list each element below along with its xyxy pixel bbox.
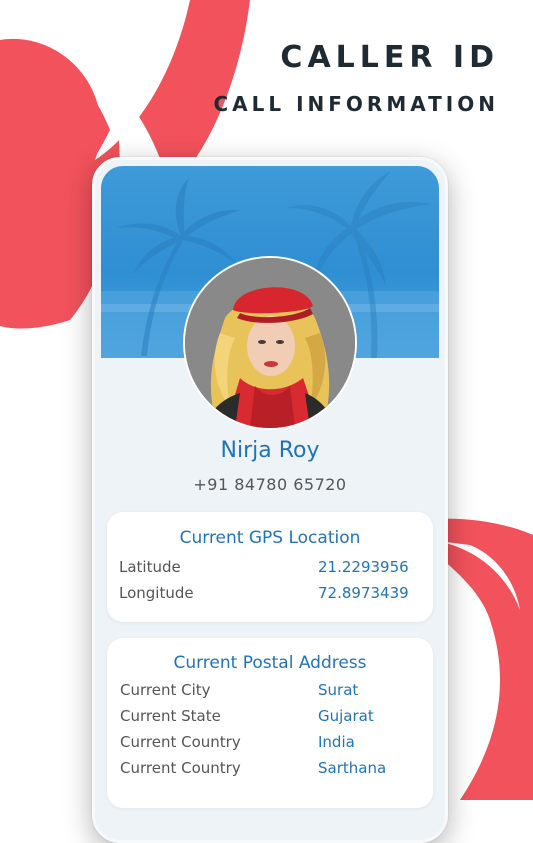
contact-name: Nirja Roy	[220, 438, 320, 463]
row-value: Surat	[318, 681, 359, 699]
postal-address-card: Current Postal Address Current City Sura…	[107, 638, 433, 808]
gps-location-card: Current GPS Location Latitude 21.2293956…	[107, 512, 433, 622]
postal-row-area: Current Country Sarthana	[107, 759, 433, 785]
profile-photo	[185, 258, 355, 428]
row-value: Sarthana	[318, 759, 387, 777]
row-label: Current Country	[120, 759, 241, 777]
postal-card-title: Current Postal Address	[173, 653, 367, 673]
postal-row-country: Current Country India	[107, 733, 433, 759]
contact-phone-number: +91 84780 65720	[193, 475, 347, 494]
row-label: Current City	[120, 681, 211, 699]
avatar	[183, 256, 357, 430]
page-subtitle: CALL INFORMATION	[213, 92, 499, 116]
row-label: Longitude	[119, 584, 194, 602]
row-value: India	[318, 733, 355, 751]
page-title: CALLER ID	[280, 40, 499, 75]
gps-row-latitude: Latitude 21.2293956	[107, 558, 433, 584]
phone-frame: Nirja Roy +91 84780 65720 Current GPS Lo…	[92, 157, 448, 843]
gps-row-longitude: Longitude 72.8973439	[107, 584, 433, 610]
gps-card-title: Current GPS Location	[179, 528, 361, 548]
postal-row-state: Current State Gujarat	[107, 707, 433, 733]
postal-row-city: Current City Surat	[107, 681, 433, 707]
row-label: Current State	[120, 707, 221, 725]
row-value: 21.2293956	[318, 558, 409, 576]
row-value: Gujarat	[318, 707, 374, 725]
row-value: 72.8973439	[318, 584, 409, 602]
row-label: Latitude	[119, 558, 181, 576]
row-label: Current Country	[120, 733, 241, 751]
